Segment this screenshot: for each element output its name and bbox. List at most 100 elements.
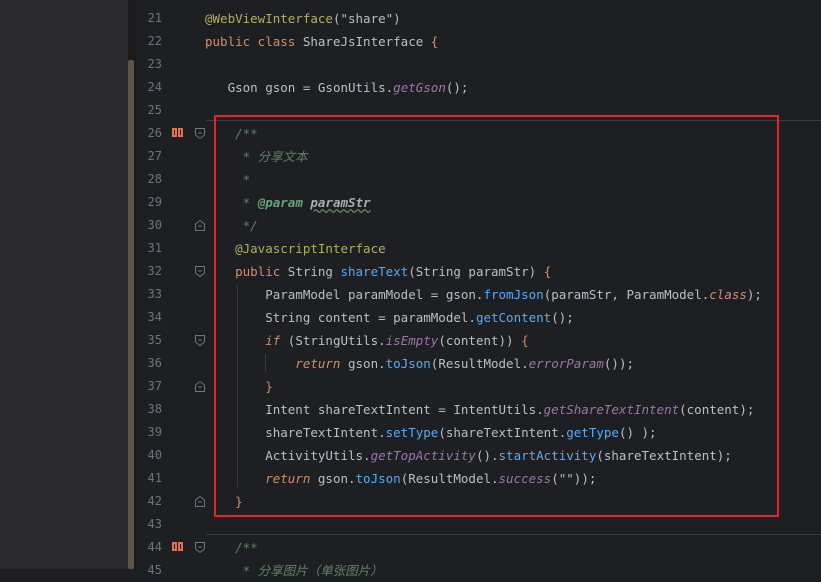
code-line[interactable]: String content = paramModel.getContent()… xyxy=(205,306,574,329)
code-token: = xyxy=(302,80,318,95)
code-token: errorParam xyxy=(528,356,604,371)
gutter-line[interactable]: 29 xyxy=(136,191,206,214)
line-number: 39 xyxy=(147,425,162,439)
method-separator xyxy=(206,534,821,535)
code-line[interactable]: * 分享图片（单张图片） xyxy=(205,559,383,582)
scrollbar-thumb[interactable] xyxy=(128,60,134,569)
code-token: toJson xyxy=(355,471,401,486)
code-line[interactable]: return gson.toJson(ResultModel.errorPara… xyxy=(205,352,634,375)
code-token: success xyxy=(498,471,552,486)
code-token: /** xyxy=(205,540,258,555)
code-token: ); xyxy=(746,287,762,302)
code-line[interactable]: public class ShareJsInterface { xyxy=(205,30,438,53)
gutter-line[interactable]: 21 xyxy=(136,7,206,30)
code-token: "share" xyxy=(340,11,394,26)
code-token: ( xyxy=(408,264,416,279)
gutter-line[interactable]: 25 xyxy=(136,99,206,122)
code-token: paramStr xyxy=(310,195,371,210)
gutter-line[interactable]: 38 xyxy=(136,398,206,421)
code-token: * xyxy=(205,172,251,187)
code-line[interactable]: shareTextIntent.setType(shareTextIntent.… xyxy=(205,421,656,444)
gutter-line[interactable]: 39 xyxy=(136,421,206,444)
code-line[interactable]: /** xyxy=(205,122,258,145)
gutter-line[interactable]: 45 xyxy=(136,559,206,582)
code-token: startActivity xyxy=(498,448,597,463)
code-token: ) xyxy=(528,264,544,279)
code-token: (StringUtils. xyxy=(287,333,386,348)
code-token: = gson. xyxy=(430,287,484,302)
line-number: 33 xyxy=(147,287,162,301)
gutter-line[interactable]: 32 xyxy=(136,260,206,283)
code-token: ShareJsInterface xyxy=(302,34,431,49)
line-number: 43 xyxy=(147,517,162,531)
gutter-line[interactable]: 35 xyxy=(136,329,206,352)
code-token: setType xyxy=(385,425,439,440)
method-separator xyxy=(206,120,821,121)
code-token: ParamModel paramModel xyxy=(205,287,431,302)
code-token: /** xyxy=(205,126,258,141)
gutter-line[interactable]: 27 xyxy=(136,145,206,168)
line-number: 41 xyxy=(147,471,162,485)
gutter-line[interactable]: 22 xyxy=(136,30,206,53)
gutter-line[interactable]: 24 xyxy=(136,76,206,99)
line-number: 44 xyxy=(147,540,162,554)
code-token: (ResultModel. xyxy=(430,356,529,371)
gutter-line[interactable]: 44 xyxy=(136,536,206,559)
code-token: getTopActivity xyxy=(370,448,476,463)
code-token: } xyxy=(205,494,243,509)
code-token: gson. xyxy=(348,356,386,371)
code-line[interactable]: * 分享文本 xyxy=(205,145,308,168)
code-token: ) xyxy=(393,11,401,26)
code-token: public xyxy=(205,264,288,279)
gutter-line[interactable]: 43 xyxy=(136,513,206,536)
code-token: toJson xyxy=(385,356,431,371)
code-line[interactable]: ParamModel paramModel = gson.fromJson(pa… xyxy=(205,283,762,306)
bookmark-icon[interactable] xyxy=(172,128,183,138)
code-token: (). xyxy=(475,448,499,463)
line-number: 36 xyxy=(147,356,162,370)
code-token: = paramModel. xyxy=(378,310,476,325)
code-token: @JavascriptInterface xyxy=(205,241,386,256)
left-panel xyxy=(0,0,128,569)
line-number: 45 xyxy=(147,563,162,577)
code-line[interactable]: @WebViewInterface("share") xyxy=(205,7,401,30)
code-line[interactable]: ActivityUtils.getTopActivity().startActi… xyxy=(205,444,732,467)
code-line[interactable]: } xyxy=(205,490,243,513)
gutter-line[interactable]: 40 xyxy=(136,444,206,467)
code-token: (ResultModel. xyxy=(400,471,499,486)
code-line[interactable]: * xyxy=(205,168,251,191)
gutter-line[interactable]: 33 xyxy=(136,283,206,306)
code-line[interactable]: Intent shareTextIntent = IntentUtils.get… xyxy=(205,398,754,421)
gutter-line[interactable]: 37 xyxy=(136,375,206,398)
code-line[interactable]: } xyxy=(205,375,273,398)
line-number: 21 xyxy=(147,11,162,25)
line-number: 30 xyxy=(147,218,162,232)
code-token: GsonUtils xyxy=(317,80,386,95)
code-token: = IntentUtils. xyxy=(438,402,544,417)
code-line[interactable]: */ xyxy=(205,214,258,237)
bookmark-icon[interactable] xyxy=(172,542,183,552)
code-line[interactable]: /** xyxy=(205,536,258,559)
line-number: 29 xyxy=(147,195,162,209)
code-token: } xyxy=(205,379,273,394)
gutter-line[interactable]: 34 xyxy=(136,306,206,329)
gutter-line[interactable]: 23 xyxy=(136,53,206,76)
code-line[interactable]: if (StringUtils.isEmpty(content)) { xyxy=(205,329,528,352)
code-token: (paramStr, ParamModel. xyxy=(543,287,710,302)
gutter-line[interactable]: 31 xyxy=(136,237,206,260)
code-line[interactable]: public String shareText(String paramStr)… xyxy=(205,260,551,283)
code-token: ActivityUtils. xyxy=(205,448,371,463)
gutter-line[interactable]: 26 xyxy=(136,122,206,145)
gutter-line[interactable]: 30 xyxy=(136,214,206,237)
code-line[interactable]: Gson gson = GsonUtils.getGson(); xyxy=(205,76,469,99)
code-line[interactable]: return gson.toJson(ResultModel.success("… xyxy=(205,467,596,490)
gutter-line[interactable]: 42 xyxy=(136,490,206,513)
gutter-line[interactable]: 36 xyxy=(136,352,206,375)
line-number: 40 xyxy=(147,448,162,462)
code-line[interactable]: * @param paramStr xyxy=(205,191,371,214)
code-line[interactable]: @JavascriptInterface xyxy=(205,237,386,260)
line-number: 35 xyxy=(147,333,162,347)
gutter-line[interactable]: 28 xyxy=(136,168,206,191)
gutter-line[interactable]: 41 xyxy=(136,467,206,490)
line-number: 31 xyxy=(147,241,162,255)
